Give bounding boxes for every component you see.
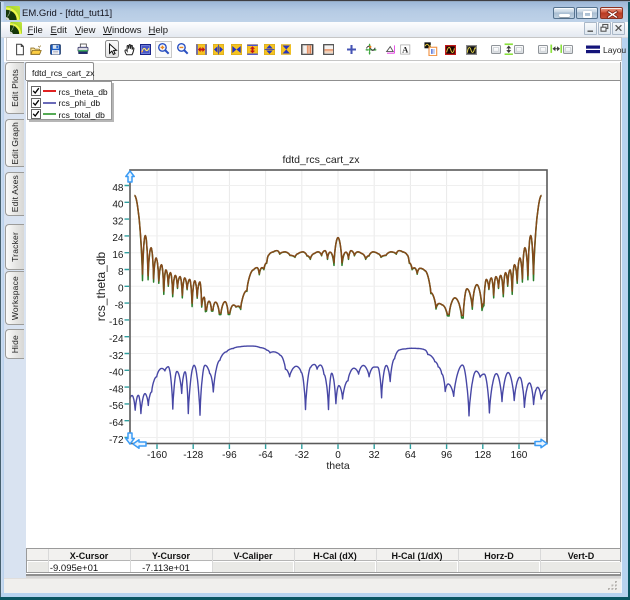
svg-text:40: 40	[112, 200, 124, 211]
svg-text:-8: -8	[115, 300, 124, 311]
svg-text:16: 16	[112, 250, 124, 261]
svg-text:160: 160	[511, 450, 528, 461]
svg-text:-72: -72	[109, 435, 124, 446]
svg-text:32: 32	[112, 216, 124, 227]
svg-text:-32: -32	[295, 450, 310, 461]
svg-text:-40: -40	[109, 368, 124, 379]
svg-text:-64: -64	[109, 418, 124, 429]
svg-text:-16: -16	[109, 317, 124, 328]
svg-text:32: 32	[369, 450, 381, 461]
svg-text:theta: theta	[326, 460, 350, 472]
svg-text:-24: -24	[109, 334, 124, 345]
svg-text:8: 8	[118, 267, 124, 278]
svg-text:-96: -96	[222, 450, 237, 461]
svg-text:96: 96	[441, 450, 453, 461]
svg-text:-128: -128	[183, 450, 203, 461]
svg-text:rcs_theta_db: rcs_theta_db	[94, 251, 108, 321]
svg-text:128: 128	[474, 450, 491, 461]
svg-text:64: 64	[405, 450, 417, 461]
svg-text:-32: -32	[109, 351, 124, 362]
svg-text:-64: -64	[258, 450, 273, 461]
svg-text:-56: -56	[109, 401, 124, 412]
svg-text:fdtd_rcs_cart_zx: fdtd_rcs_cart_zx	[282, 154, 360, 166]
svg-text:-160: -160	[147, 450, 167, 461]
svg-text:48: 48	[112, 183, 124, 194]
svg-text:0: 0	[118, 284, 124, 295]
svg-text:-48: -48	[109, 384, 124, 395]
svg-text:24: 24	[112, 233, 124, 244]
